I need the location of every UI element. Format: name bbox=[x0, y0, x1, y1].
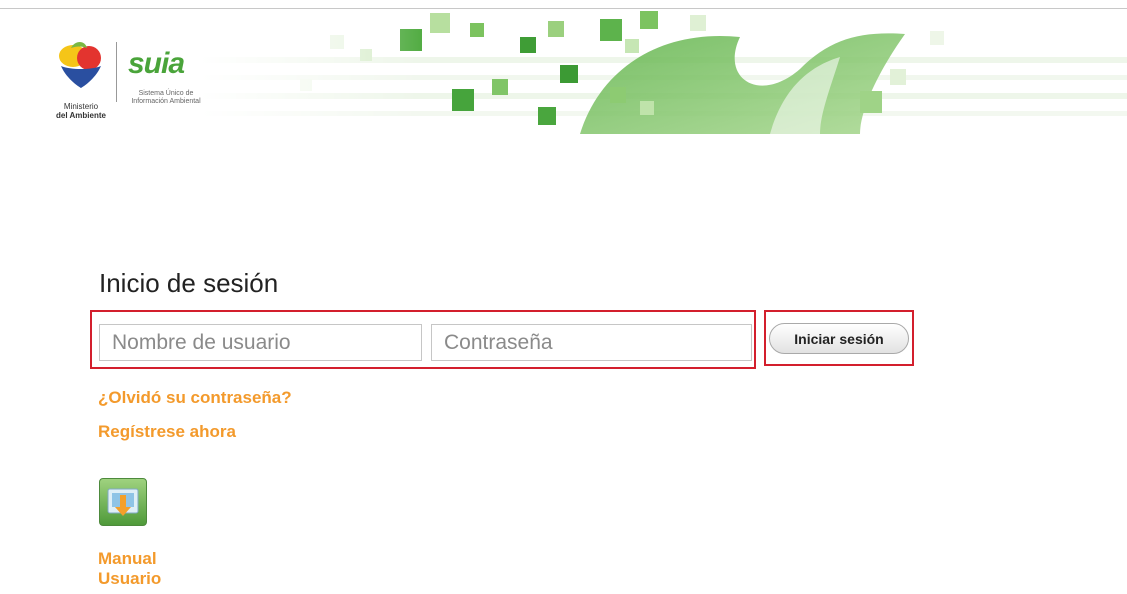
password-input[interactable] bbox=[431, 324, 752, 361]
logo-divider bbox=[116, 42, 117, 102]
manual-label-line1: Manual bbox=[98, 549, 157, 568]
manual-icon-graphic bbox=[107, 488, 139, 516]
credentials-highlight bbox=[90, 310, 756, 369]
suia-subtitle-line1: Sistema Único de bbox=[138, 90, 194, 97]
suia-subtitle-line2: Información Ambiental bbox=[131, 98, 201, 105]
ministerio-line1: Ministerio bbox=[63, 102, 99, 111]
page-header: Ministerio del Ambiente suia Sistema Úni… bbox=[0, 0, 1127, 134]
forgot-password-link[interactable]: ¿Olvidó su contraseña? bbox=[98, 387, 292, 409]
download-folder-icon[interactable] bbox=[99, 478, 147, 526]
manual-label-line2: Usuario bbox=[98, 569, 162, 588]
user-manual-link[interactable]: Manual Usuario bbox=[98, 549, 161, 589]
username-input[interactable] bbox=[99, 324, 422, 361]
login-title: Inicio de sesión bbox=[99, 268, 279, 298]
ministerio-ambiente-logo: Ministerio del Ambiente bbox=[50, 40, 112, 120]
ministerio-line2: del Ambiente bbox=[56, 111, 106, 120]
login-button[interactable]: Iniciar sesión bbox=[769, 323, 909, 354]
login-button-highlight: Iniciar sesión bbox=[764, 310, 914, 366]
suia-logo: suia Sistema Único de Información Ambien… bbox=[122, 48, 210, 118]
register-link[interactable]: Regístrese ahora bbox=[98, 421, 236, 443]
suia-wordmark: suia bbox=[128, 47, 185, 80]
ministerio-emblem-icon bbox=[59, 42, 101, 88]
